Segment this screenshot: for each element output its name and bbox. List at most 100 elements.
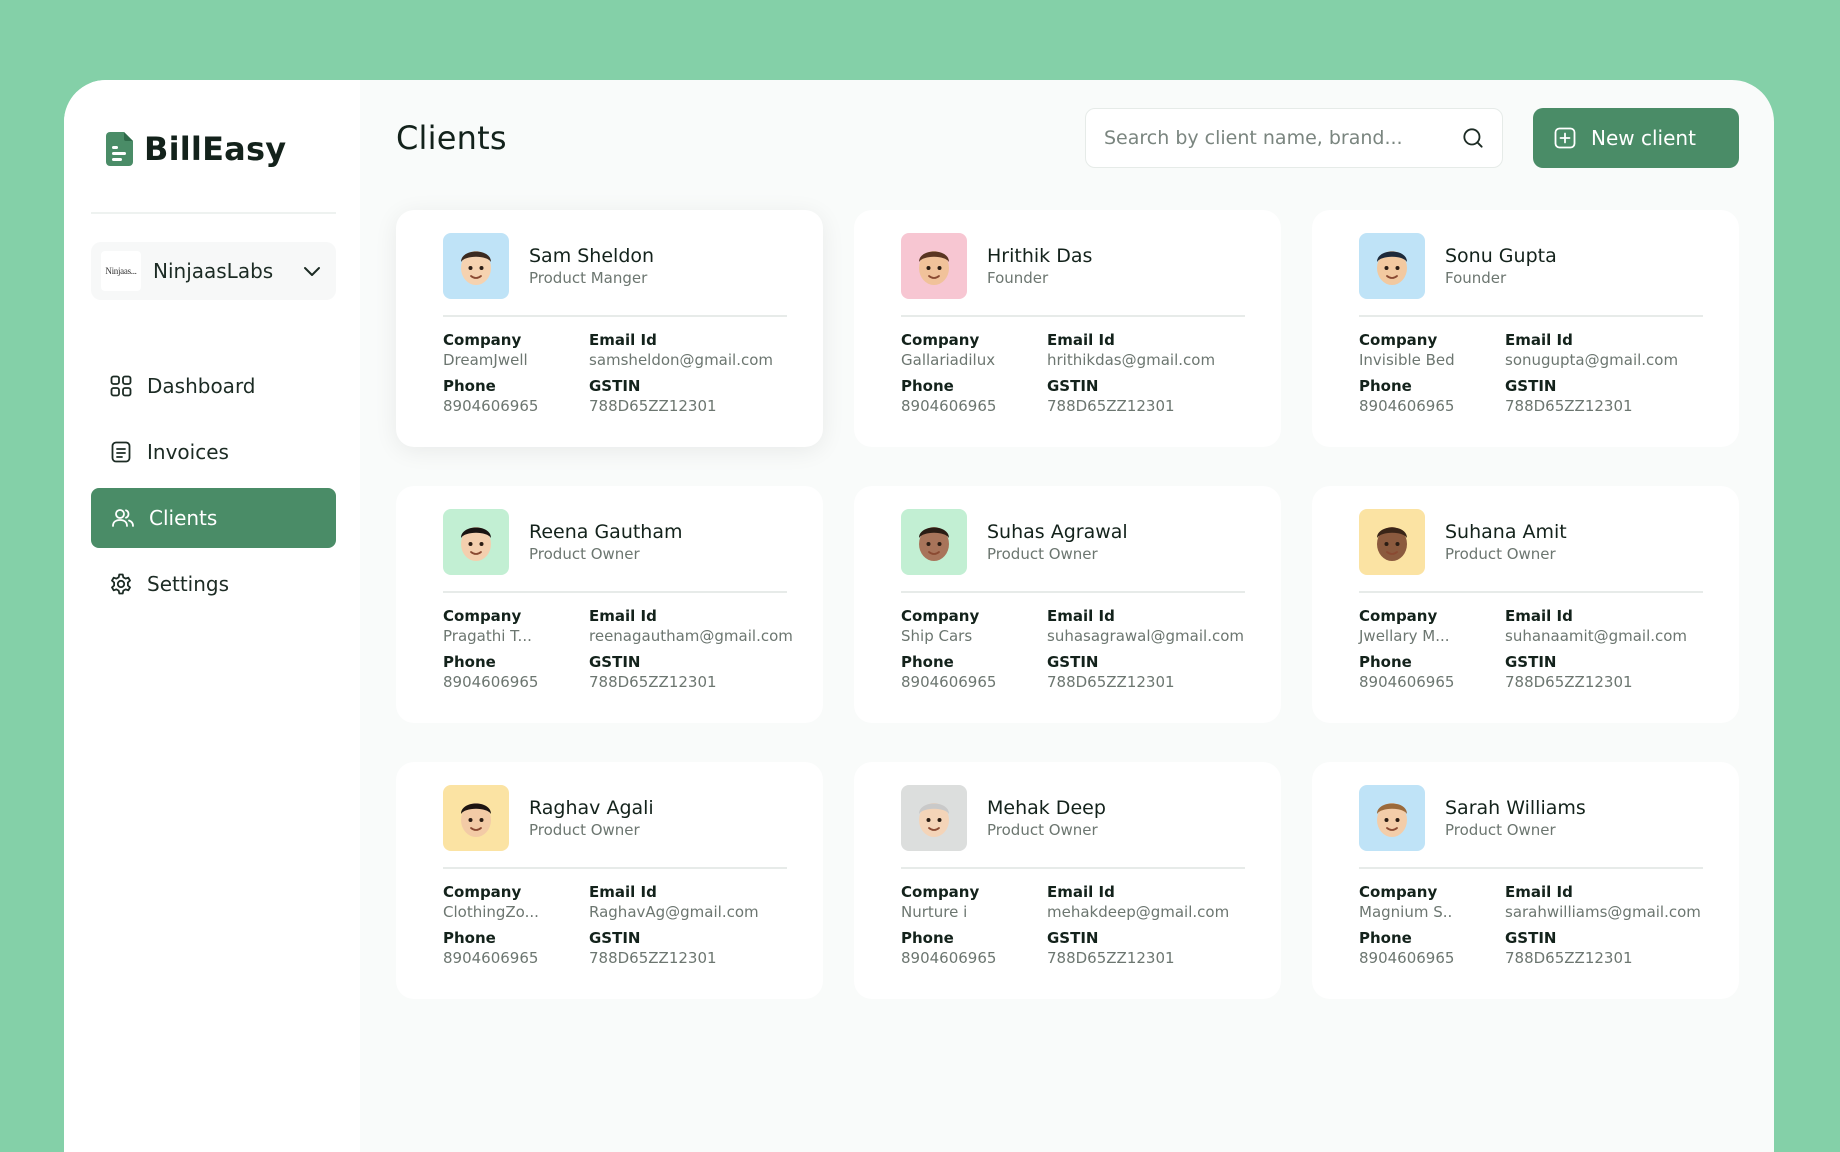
company-value: DreamJwell: [443, 350, 528, 369]
nav-item-dashboard[interactable]: Dashboard: [91, 356, 336, 416]
divider: [443, 867, 787, 869]
org-name: NinjaasLabs: [153, 259, 274, 283]
avatar: [901, 785, 967, 851]
client-grid: Sam Sheldon Product Manger Company Dream…: [396, 210, 1739, 999]
nav-item-settings[interactable]: Settings: [91, 554, 336, 614]
nav-item-invoices[interactable]: Invoices: [91, 422, 336, 482]
phone-value: 8904606965: [901, 672, 997, 691]
client-name: Suhana Amit: [1445, 521, 1567, 543]
client-card[interactable]: Suhana Amit Product Owner Company Jwella…: [1312, 486, 1739, 723]
client-name: Hrithik Das: [987, 245, 1093, 267]
phone-value: 8904606965: [1359, 396, 1455, 415]
new-client-label: New client: [1591, 126, 1696, 150]
gstin-value: 788D65ZZ12301: [1047, 948, 1175, 967]
gstin-label: GSTIN: [1047, 376, 1099, 395]
company-field: Company Gallariadilux: [901, 331, 1047, 369]
company-value: Magnium S..: [1359, 902, 1453, 921]
search-icon[interactable]: [1460, 125, 1486, 151]
email-value: samsheldon@gmail.com: [589, 350, 774, 369]
client-card[interactable]: Raghav Agali Product Owner Company Cloth…: [396, 762, 823, 999]
logo-icon: [106, 132, 133, 166]
divider: [901, 315, 1245, 317]
client-identity: Hrithik Das Founder: [987, 245, 1092, 287]
divider: [1359, 867, 1703, 869]
email-label: Email Id: [1047, 882, 1115, 901]
divider: [901, 867, 1245, 869]
main-nav: Dashboard Invoices Clients Settings: [91, 356, 336, 614]
client-identity: Sam Sheldon Product Manger: [529, 245, 654, 287]
client-name: Suhas Agrawal: [987, 521, 1128, 543]
client-card-header: Sarah Williams Product Owner: [1359, 785, 1703, 851]
client-card[interactable]: Reena Gautham Product Owner Company Prag…: [396, 486, 823, 723]
app-window: BillEasy Ninjaas... NinjaasLabs Dashboar…: [64, 80, 1774, 1152]
phone-label: Phone: [901, 376, 954, 395]
gstin-field: GSTIN 788D65ZZ12301: [1047, 929, 1245, 967]
memoji-avatar-icon: [919, 527, 949, 561]
search-input[interactable]: [1104, 127, 1460, 149]
gstin-field: GSTIN 788D65ZZ12301: [589, 377, 787, 415]
gstin-value: 788D65ZZ12301: [1047, 672, 1175, 691]
email-value: sonugupta@gmail.com: [1505, 350, 1679, 369]
organization-selector[interactable]: Ninjaas... NinjaasLabs: [91, 242, 336, 300]
document-icon: [109, 440, 133, 464]
email-value: suhanaamit@gmail.com: [1505, 626, 1688, 645]
email-value: mehakdeep@gmail.com: [1047, 902, 1230, 921]
client-card[interactable]: Mehak Deep Product Owner Company Nurture…: [854, 762, 1281, 999]
org-logo: Ninjaas...: [101, 251, 141, 291]
memoji-avatar-icon: [1377, 527, 1407, 561]
client-details: Company Jwellary M... Email Id suhanaami…: [1359, 607, 1703, 691]
client-card[interactable]: Sarah Williams Product Owner Company Mag…: [1312, 762, 1739, 999]
client-card[interactable]: Hrithik Das Founder Company Gallariadilu…: [854, 210, 1281, 447]
client-card[interactable]: Sonu Gupta Founder Company Invisible Bed…: [1312, 210, 1739, 447]
phone-value: 8904606965: [901, 948, 997, 967]
nav-label: Settings: [147, 572, 230, 596]
brand[interactable]: BillEasy: [91, 110, 336, 214]
search-box[interactable]: [1085, 108, 1503, 168]
memoji-avatar-icon: [461, 527, 491, 561]
company-field: Company Jwellary M...: [1359, 607, 1505, 645]
client-card-header: Hrithik Das Founder: [901, 233, 1245, 299]
memoji-avatar-icon: [919, 251, 949, 285]
company-value: Jwellary M...: [1359, 626, 1450, 645]
email-label: Email Id: [1505, 882, 1573, 901]
company-field: Company Ship Cars: [901, 607, 1047, 645]
phone-field: Phone 8904606965: [1359, 653, 1505, 691]
company-value: Pragathi T...: [443, 626, 532, 645]
email-field: Email Id sarahwilliams@gmail.com: [1505, 883, 1703, 921]
company-label: Company: [443, 606, 522, 625]
gstin-label: GSTIN: [1505, 376, 1557, 395]
new-client-button[interactable]: New client: [1533, 108, 1739, 168]
company-label: Company: [443, 330, 522, 349]
client-role: Product Owner: [1445, 821, 1556, 839]
client-name: Mehak Deep: [987, 797, 1106, 819]
phone-field: Phone 8904606965: [901, 653, 1047, 691]
client-card[interactable]: Sam Sheldon Product Manger Company Dream…: [396, 210, 823, 447]
phone-field: Phone 8904606965: [443, 653, 589, 691]
phone-value: 8904606965: [443, 396, 539, 415]
client-identity: Suhana Amit Product Owner: [1445, 521, 1567, 563]
email-value: reenagautham@gmail.com: [589, 626, 793, 645]
page-title: Clients: [396, 119, 507, 157]
phone-value: 8904606965: [901, 396, 997, 415]
client-card[interactable]: Suhas Agrawal Product Owner Company Ship…: [854, 486, 1281, 723]
client-role: Product Owner: [987, 821, 1098, 839]
company-label: Company: [901, 882, 980, 901]
gstin-label: GSTIN: [589, 376, 641, 395]
email-label: Email Id: [589, 606, 657, 625]
company-label: Company: [901, 606, 980, 625]
nav-item-clients[interactable]: Clients: [91, 488, 336, 548]
gstin-field: GSTIN 788D65ZZ12301: [589, 929, 787, 967]
memoji-avatar-icon: [1377, 251, 1407, 285]
client-role: Product Owner: [1445, 545, 1556, 563]
avatar: [443, 785, 509, 851]
phone-label: Phone: [1359, 928, 1412, 947]
gstin-label: GSTIN: [1505, 928, 1557, 947]
client-identity: Suhas Agrawal Product Owner: [987, 521, 1128, 563]
client-card-header: Raghav Agali Product Owner: [443, 785, 787, 851]
client-role: Product Owner: [529, 545, 640, 563]
email-field: Email Id samsheldon@gmail.com: [589, 331, 787, 369]
company-value: ClothingZo...: [443, 902, 539, 921]
phone-field: Phone 8904606965: [901, 377, 1047, 415]
memoji-avatar-icon: [919, 803, 949, 837]
client-role: Product Owner: [529, 821, 640, 839]
